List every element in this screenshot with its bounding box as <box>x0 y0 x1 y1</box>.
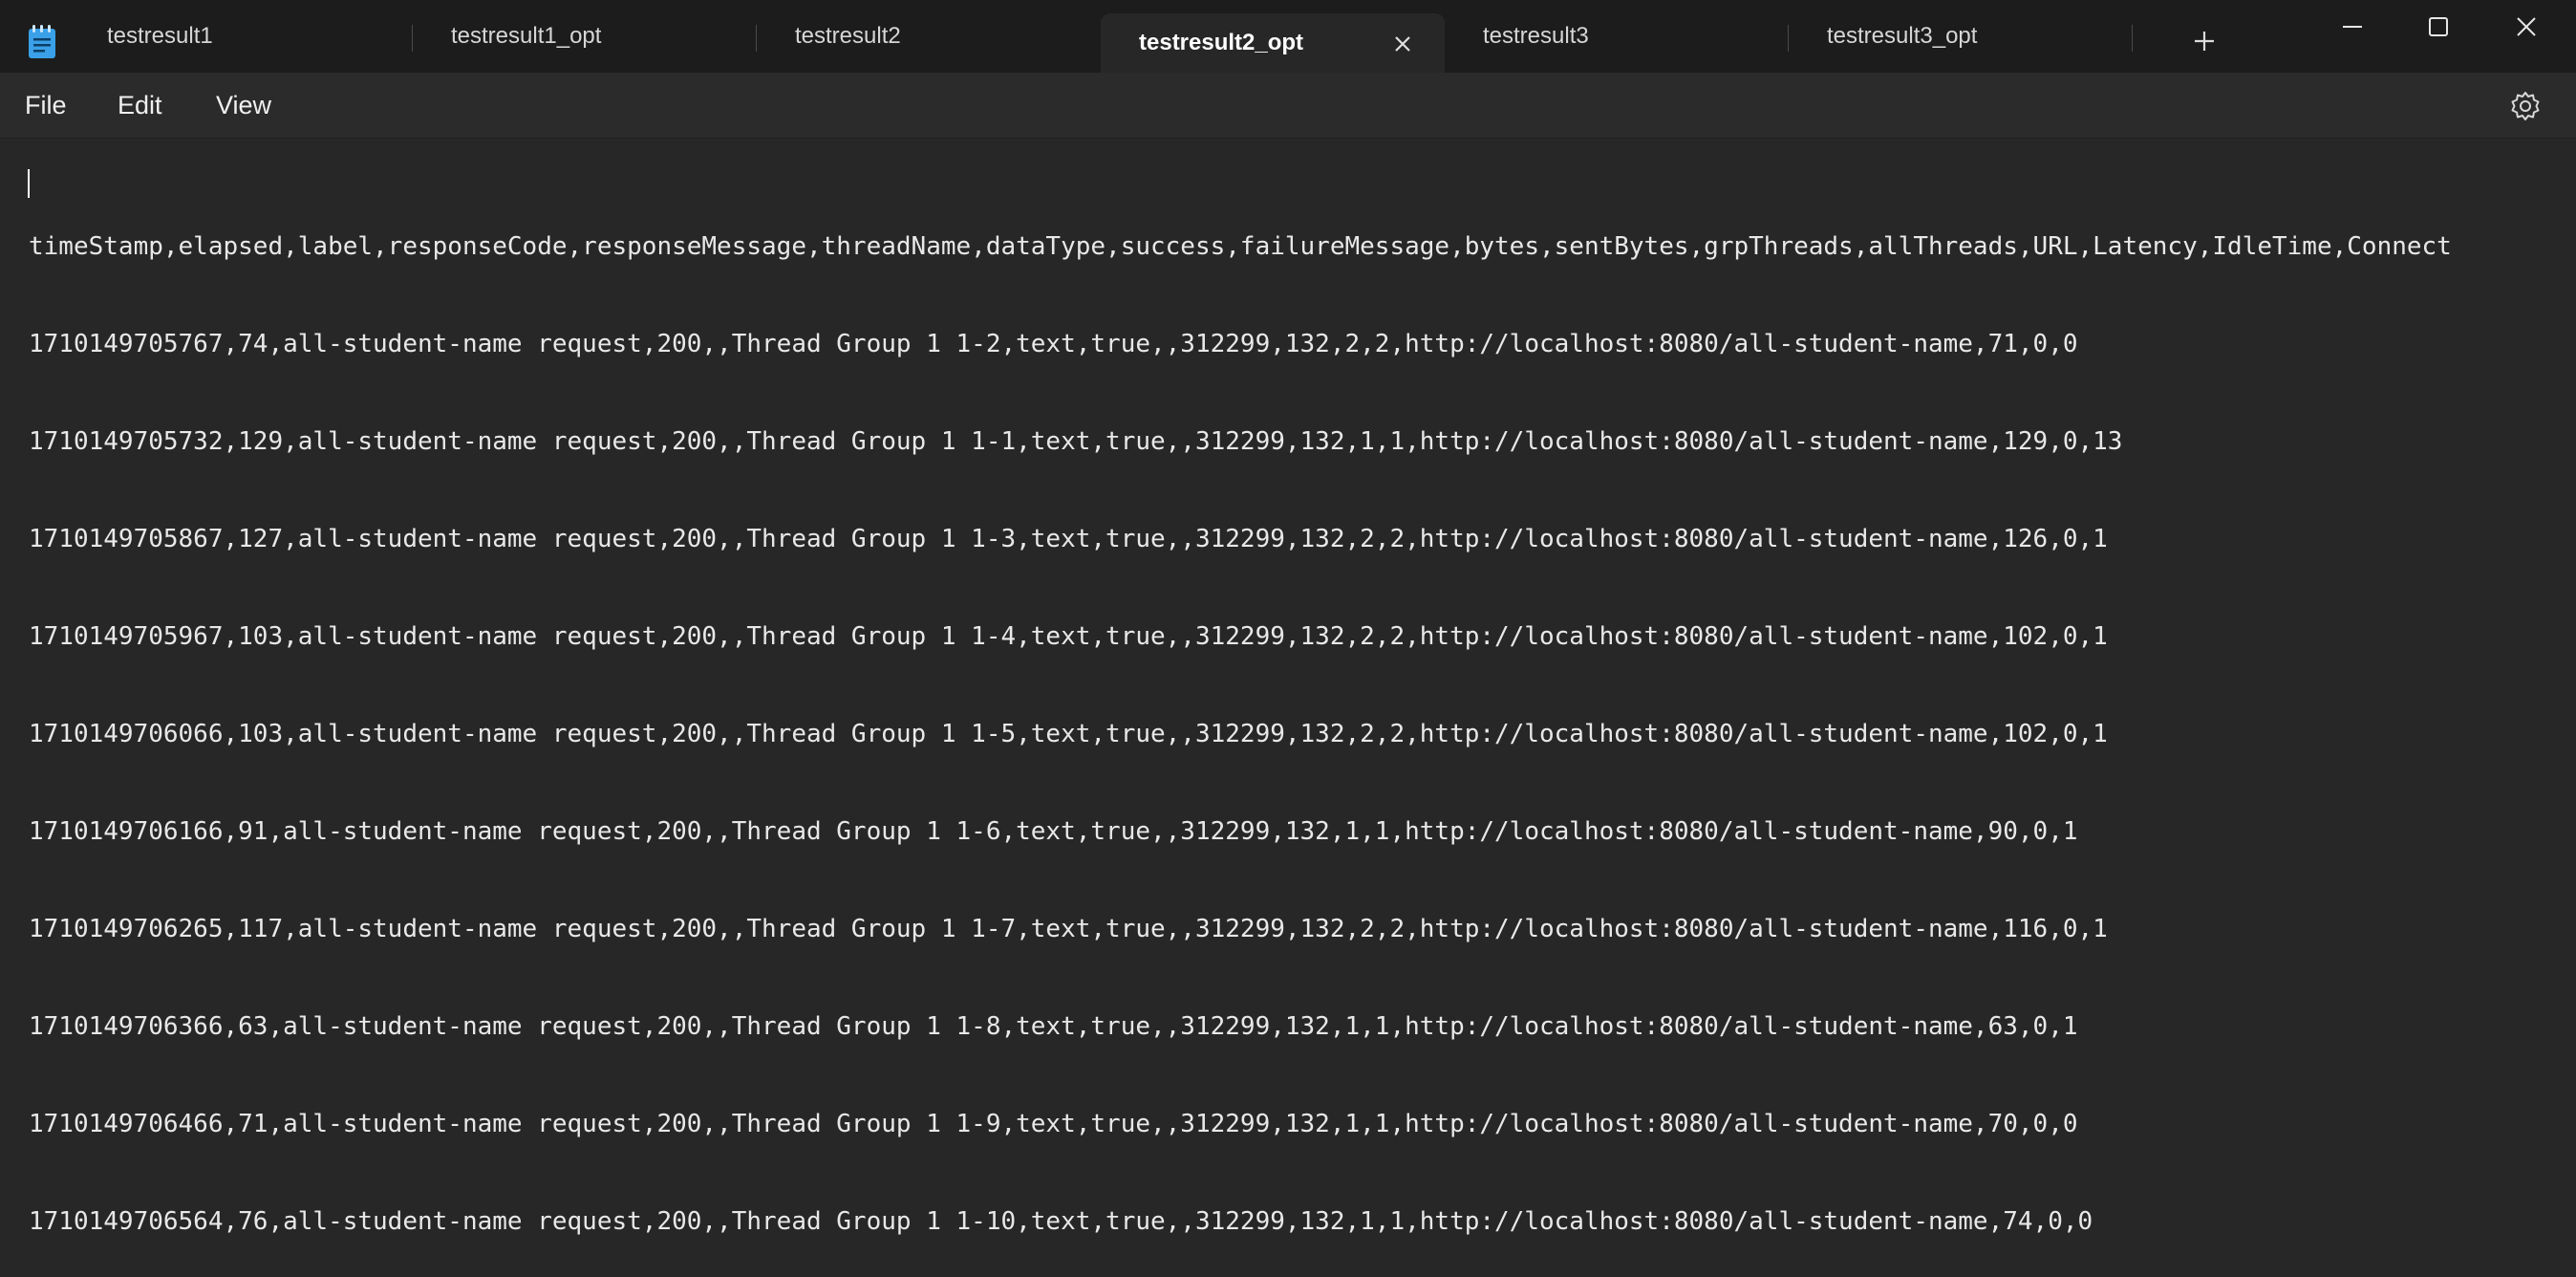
tab-testresult1[interactable]: testresult1 <box>69 0 413 73</box>
tab-testresult3-opt[interactable]: testresult3_opt <box>1789 0 2133 73</box>
minimize-icon[interactable] <box>2333 8 2372 46</box>
text-line: 1710149705767,74,all-student-name reques… <box>29 330 2078 358</box>
title-bar: testresult1 testresult1_opt testresult2 … <box>0 0 2576 73</box>
text-line: 1710149705967,103,all-student-name reque… <box>29 622 2108 651</box>
tab-testresult2-opt[interactable]: testresult2_opt <box>1101 13 1445 73</box>
tab-testresult2[interactable]: testresult2 <box>757 0 1101 73</box>
tab-testresult1-opt[interactable]: testresult1_opt <box>413 0 757 73</box>
tab-testresult3[interactable]: testresult3 <box>1445 0 1789 73</box>
tab-label: testresult1_opt <box>451 23 602 49</box>
text-line: 1710149706564,76,all-student-name reques… <box>29 1207 2093 1236</box>
maximize-icon[interactable] <box>2419 8 2458 46</box>
text-line: 1710149706466,71,all-student-name reques… <box>29 1110 2078 1138</box>
menu-view[interactable]: View <box>216 73 271 138</box>
tab-label: testresult1 <box>107 23 213 49</box>
tab-label: testresult2_opt <box>1139 30 1304 55</box>
tab-label: testresult3 <box>1483 23 1589 49</box>
text-line: 1710149706265,117,all-student-name reque… <box>29 915 2108 943</box>
tab-label: testresult2 <box>795 23 901 49</box>
text-line: timeStamp,elapsed,label,responseCode,res… <box>29 232 2452 261</box>
close-window-icon[interactable] <box>2507 8 2545 46</box>
text-line: 1710149706066,103,all-student-name reque… <box>29 720 2108 748</box>
text-line: 1710149706166,91,all-student-name reques… <box>29 817 2078 846</box>
tab-divider <box>2132 25 2133 52</box>
text-editor[interactable]: timeStamp,elapsed,label,responseCode,res… <box>0 139 2576 1236</box>
menu-bar: File Edit View <box>0 73 2576 139</box>
menu-edit[interactable]: Edit <box>118 73 162 138</box>
text-line: 1710149705732,129,all-student-name reque… <box>29 427 2123 456</box>
editor-content[interactable]: timeStamp,elapsed,label,responseCode,res… <box>29 165 2452 1277</box>
tab-label: testresult3_opt <box>1827 23 1978 49</box>
text-line: 1710149706366,63,all-student-name reques… <box>29 1012 2078 1041</box>
plus-icon[interactable] <box>2188 25 2221 57</box>
close-icon[interactable] <box>1389 31 1416 57</box>
text-line: 1710149705867,127,all-student-name reque… <box>29 525 2108 553</box>
notepad-icon <box>29 25 55 58</box>
menu-file[interactable]: File <box>25 73 67 138</box>
gear-icon[interactable] <box>2509 90 2542 122</box>
